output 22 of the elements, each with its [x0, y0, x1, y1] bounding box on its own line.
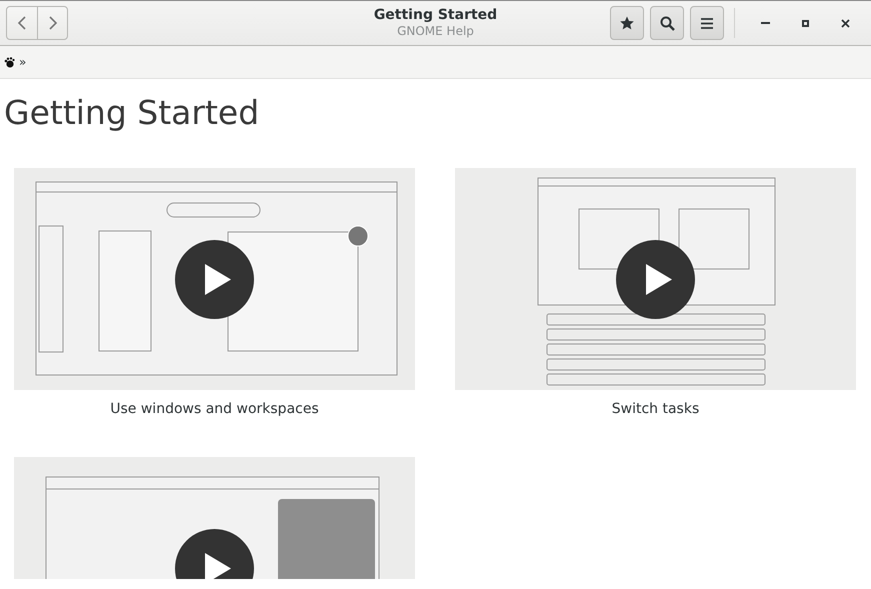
chevron-left-icon: [17, 16, 27, 30]
breadcrumb-separator: »: [19, 55, 26, 69]
search-icon: [660, 16, 674, 30]
window-subtitle: GNOME Help: [397, 24, 474, 38]
bookmark-button[interactable]: [610, 6, 644, 40]
page-heading: Getting Started: [4, 93, 260, 132]
window-title: Getting Started: [374, 7, 498, 23]
minimize-icon: [760, 22, 770, 24]
maximize-icon: [802, 20, 808, 26]
video-thumbnail[interactable]: [14, 168, 415, 390]
menu-button[interactable]: [690, 6, 724, 40]
menu-icon: [701, 18, 713, 28]
close-icon: [840, 18, 850, 28]
topic-link[interactable]: Switch tasks: [612, 401, 700, 417]
play-icon[interactable]: [175, 240, 254, 319]
foot-icon: [4, 56, 15, 68]
topic-link[interactable]: Use windows and workspaces: [110, 401, 319, 417]
search-button[interactable]: [650, 6, 684, 40]
star-icon: [620, 16, 634, 30]
chevron-right-icon: [48, 16, 58, 30]
video-thumbnail[interactable]: [455, 168, 856, 390]
play-icon[interactable]: [616, 240, 695, 319]
